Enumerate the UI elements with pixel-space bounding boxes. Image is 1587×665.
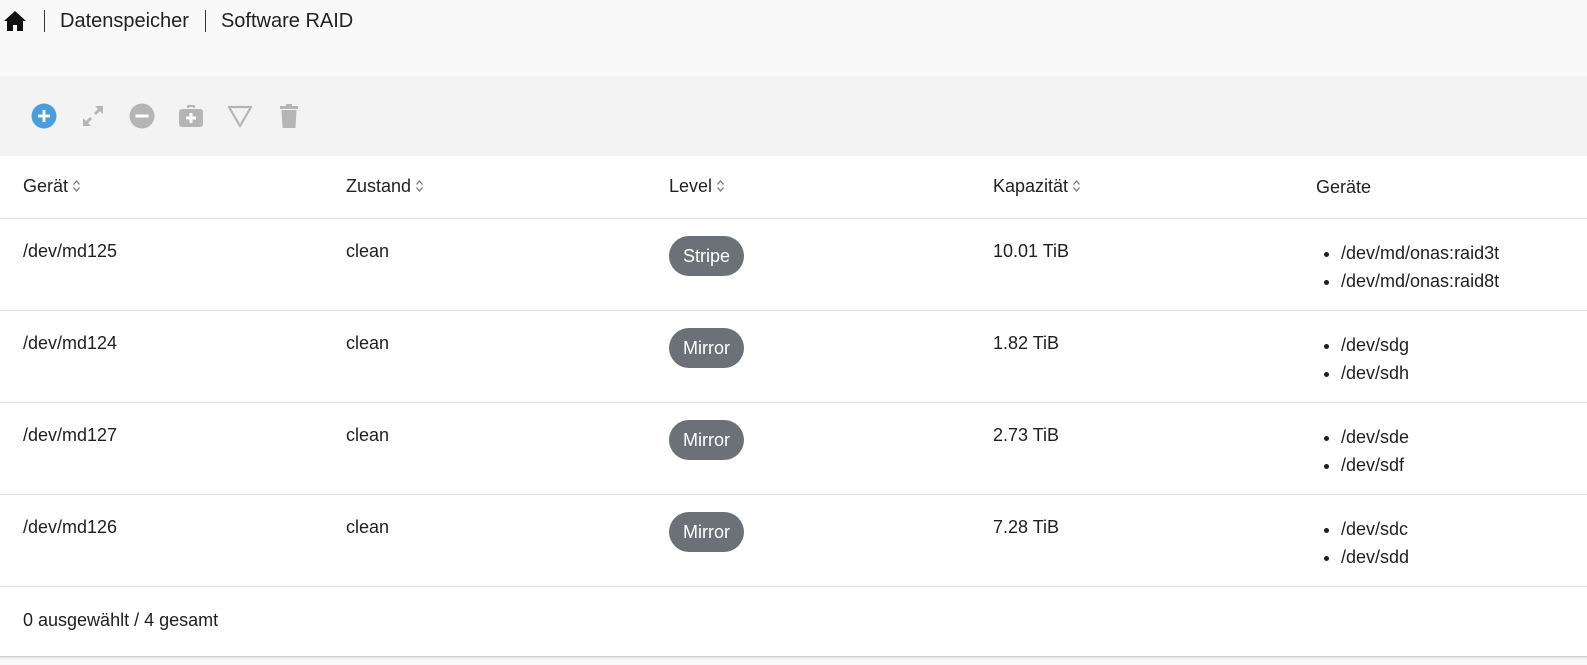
- column-header-devices: Geräte: [1293, 156, 1587, 219]
- selection-summary: 0 ausgewählt / 4 gesamt: [23, 609, 219, 630]
- home-icon[interactable]: [2, 8, 28, 34]
- cell-capacity: 1.82 TiB: [970, 310, 1293, 403]
- breadcrumb-separator: [204, 10, 206, 32]
- expand-icon: [83, 106, 103, 126]
- device-list-item: /dev/sdc: [1341, 515, 1587, 543]
- column-header-label: Geräte: [1316, 176, 1372, 197]
- device-list-item: /dev/sdg: [1341, 331, 1587, 359]
- filter-button[interactable]: [226, 102, 254, 130]
- minus-circle-icon: [129, 103, 155, 129]
- delete-button[interactable]: [275, 102, 303, 130]
- breadcrumb: Datenspeicher Software RAID: [0, 0, 353, 42]
- cell-level: Mirror: [646, 494, 970, 587]
- cell-level: Mirror: [646, 310, 970, 403]
- column-header-label: Zustand: [346, 176, 412, 197]
- cell-device: /dev/md125: [0, 218, 323, 311]
- column-header-label: Gerät: [23, 176, 69, 197]
- table-row[interactable]: /dev/md126 clean Mirror 7.28 TiB /dev/sd…: [0, 494, 1587, 587]
- plus-circle-icon: [31, 103, 57, 129]
- column-header-label: Level: [669, 176, 713, 197]
- table-header-row: Gerät Zustand Level Kapazität Geräte: [0, 156, 1587, 219]
- filter-triangle-icon: [227, 105, 253, 128]
- cell-state: clean: [323, 402, 646, 495]
- cell-device: /dev/md127: [0, 402, 323, 495]
- sort-icon[interactable]: [415, 177, 424, 198]
- cell-devices: /dev/sde /dev/sdf: [1293, 402, 1587, 495]
- level-badge: Stripe: [669, 236, 745, 276]
- level-badge: Mirror: [669, 420, 744, 460]
- sort-icon[interactable]: [716, 177, 725, 198]
- column-header-device[interactable]: Gerät: [0, 156, 323, 219]
- device-list-item: /dev/sdh: [1341, 359, 1587, 387]
- cell-state: clean: [323, 310, 646, 403]
- column-header-capacity[interactable]: Kapazität: [970, 156, 1293, 219]
- breadcrumb-separator: [44, 10, 45, 32]
- sort-icon[interactable]: [72, 177, 81, 198]
- trash-icon: [280, 104, 298, 128]
- raid-table: Gerät Zustand Level Kapazität Geräte /de…: [0, 156, 1587, 587]
- cell-devices: /dev/md/onas:raid3t /dev/md/onas:raid8t: [1293, 218, 1587, 311]
- cell-state: clean: [323, 218, 646, 311]
- cell-capacity: 2.73 TiB: [970, 402, 1293, 495]
- cell-level: Stripe: [646, 218, 970, 311]
- create-button[interactable]: [30, 102, 58, 130]
- column-header-label: Kapazität: [993, 176, 1069, 197]
- sort-icon[interactable]: [1072, 177, 1081, 198]
- cell-device: /dev/md124: [0, 310, 323, 403]
- medkit-icon: [179, 105, 203, 127]
- device-list-item: /dev/md/onas:raid8t: [1341, 267, 1587, 295]
- device-list-item: /dev/sde: [1341, 423, 1587, 451]
- level-badge: Mirror: [669, 328, 744, 368]
- raid-panel: Gerät Zustand Level Kapazität Geräte /de…: [0, 76, 1587, 657]
- level-badge: Mirror: [669, 512, 744, 552]
- device-list-item: /dev/sdd: [1341, 543, 1587, 571]
- device-list-item: /dev/sdf: [1341, 451, 1587, 479]
- device-list-item: /dev/md/onas:raid3t: [1341, 239, 1587, 267]
- cell-level: Mirror: [646, 402, 970, 495]
- grow-button[interactable]: [79, 102, 107, 130]
- cell-devices: /dev/sdc /dev/sdd: [1293, 494, 1587, 587]
- breadcrumb-item-storage[interactable]: Datenspeicher: [60, 10, 189, 33]
- column-header-level[interactable]: Level: [646, 156, 970, 219]
- breadcrumb-item-software-raid: Software RAID: [220, 9, 354, 32]
- cell-devices: /dev/sdg /dev/sdh: [1293, 310, 1587, 403]
- remove-button[interactable]: [128, 102, 156, 130]
- cell-device: /dev/md126: [0, 494, 323, 587]
- cell-capacity: 10.01 TiB: [970, 218, 1293, 311]
- recover-button[interactable]: [177, 102, 205, 130]
- cell-capacity: 7.28 TiB: [970, 494, 1293, 587]
- table-row[interactable]: /dev/md125 clean Stripe 10.01 TiB /dev/m…: [0, 218, 1587, 311]
- table-row[interactable]: /dev/md124 clean Mirror 1.82 TiB /dev/sd…: [0, 310, 1587, 403]
- cell-state: clean: [323, 494, 646, 587]
- table-row[interactable]: /dev/md127 clean Mirror 2.73 TiB /dev/sd…: [0, 402, 1587, 495]
- toolbar: [0, 76, 1587, 156]
- column-header-state[interactable]: Zustand: [323, 156, 646, 219]
